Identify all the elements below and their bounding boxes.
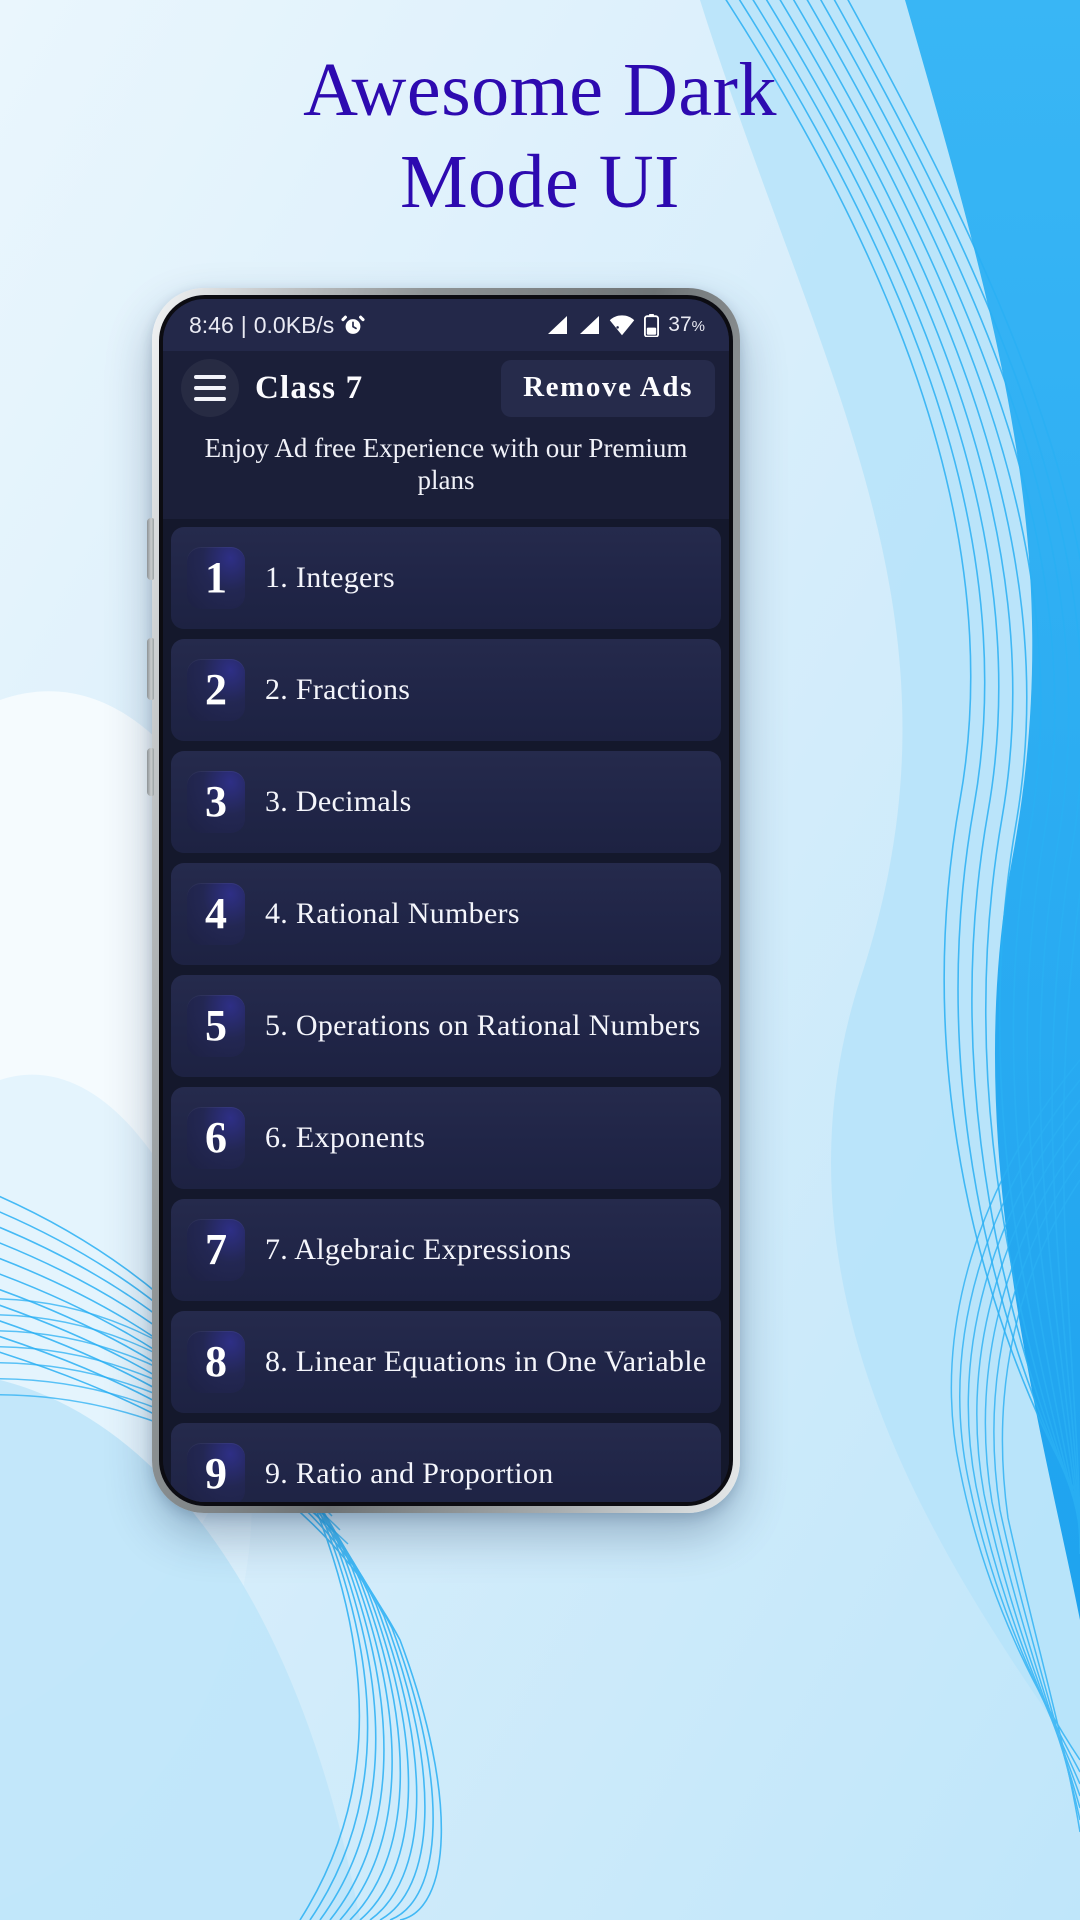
chapter-title: 4. Rational Numbers [265,896,520,930]
headline-line-2: Mode UI [399,140,680,224]
chapter-title: 5. Operations on Rational Numbers [265,1008,701,1042]
chapter-title: 1. Integers [265,560,395,594]
chapter-title: 6. Exponents [265,1120,426,1154]
chapter-number-badge: 6 [187,1106,245,1169]
chapter-list-item[interactable]: 5 5. Operations on Rational Numbers [171,974,721,1077]
chapter-list-item[interactable]: 9 9. Ratio and Proportion [171,1422,721,1502]
menu-bar-1 [194,375,226,379]
promo-headline: Awesome Dark Mode UI [0,52,1080,220]
chapter-title: 2. Fractions [265,672,411,706]
phone-mockup: 8:46 | 0.0KB/s 37% Class 7 Remove Ads En… [147,288,740,1513]
page-title: Class 7 [255,369,364,406]
menu-bar-3 [194,397,226,401]
battery-icon [644,313,660,337]
status-bar-right: 37% [545,313,705,337]
signal-bars-icon [580,316,600,334]
chapter-number-badge: 1 [187,546,245,609]
chapter-number-badge: 3 [187,770,245,833]
power-button[interactable] [147,748,154,796]
chapter-list-item[interactable]: 7 7. Algebraic Expressions [171,1198,721,1301]
chapter-list-item[interactable]: 3 3. Decimals [171,750,721,853]
status-time: 8:46 [189,311,234,338]
chapter-list[interactable]: 1 1. Integers 2 2. Fractions 3 3. Decimals 4 4.… [163,518,729,1502]
remove-ads-button[interactable]: Remove Ads [501,359,715,417]
chapter-number-badge: 4 [187,882,245,945]
battery-percentage: 37% [668,313,705,337]
chapter-list-item[interactable]: 8 8. Linear Equations in One Variable [171,1310,721,1413]
status-bar: 8:46 | 0.0KB/s 37% [163,299,729,351]
chapter-number-badge: 5 [187,994,245,1057]
chapter-list-item[interactable]: 2 2. Fractions [171,638,721,741]
chapter-title: 7. Algebraic Expressions [265,1232,572,1266]
battery-unit: % [691,318,705,335]
chapter-number-badge: 8 [187,1330,245,1393]
chapter-list-item[interactable]: 6 6. Exponents [171,1086,721,1189]
status-separator: | [240,311,247,338]
app-bar: Class 7 Remove Ads [163,351,729,425]
alarm-clock-icon [341,315,365,334]
menu-bar-2 [194,386,226,390]
chapter-number-badge: 9 [187,1442,245,1502]
headline-line-1: Awesome Dark [303,48,777,132]
chapter-title: 3. Decimals [265,784,412,818]
status-network-speed: 0.0KB/s [253,311,335,338]
chapter-title: 9. Ratio and Proportion [265,1456,554,1490]
chapter-number-badge: 2 [187,658,245,721]
volume-up-button[interactable] [147,518,154,580]
status-bar-left: 8:46 | 0.0KB/s [189,312,365,339]
chapter-title: 8. Linear Equations in One Variable [265,1344,707,1378]
chapter-list-item[interactable]: 1 1. Integers [171,526,721,629]
phone-screen: 8:46 | 0.0KB/s 37% Class 7 Remove Ads En… [163,299,729,1502]
hamburger-menu-icon[interactable] [181,359,239,417]
battery-level: 37 [668,313,692,336]
phone-bezel: 8:46 | 0.0KB/s 37% Class 7 Remove Ads En… [159,295,733,1506]
chapter-number-badge: 7 [187,1218,245,1281]
premium-promo-text[interactable]: Enjoy Ad free Experience with our Premiu… [163,425,729,519]
wifi-icon [610,314,635,335]
signal-bars-icon [548,316,568,334]
chapter-list-item[interactable]: 4 4. Rational Numbers [171,862,721,965]
volume-down-button[interactable] [147,638,154,700]
